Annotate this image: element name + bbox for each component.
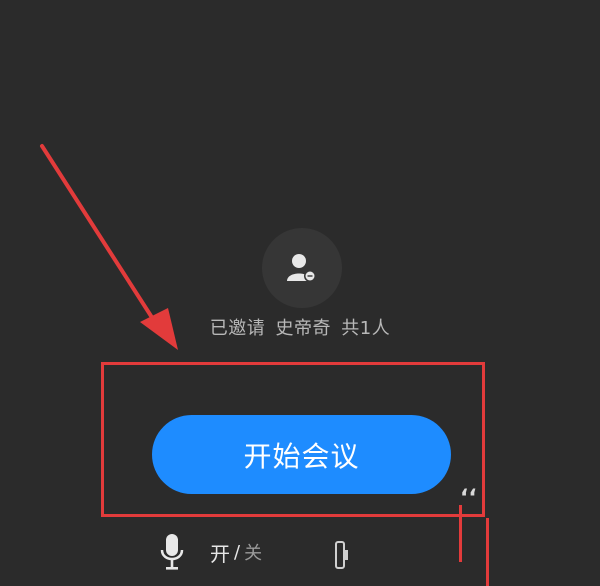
mic-toggle[interactable]: 开 / 关 xyxy=(158,532,262,572)
invite-status: 已邀请 史帝奇 共1人 xyxy=(0,314,600,340)
annotation-quote-marks: ‘‘ xyxy=(460,486,477,511)
microphone-icon xyxy=(160,534,184,570)
meeting-screen: 已邀请 史帝奇 共1人 开始会议 ‘‘ 开 / 关 xyxy=(0,0,600,586)
mic-on-label: 开 xyxy=(210,541,230,566)
invite-prefix: 已邀请 xyxy=(209,318,266,339)
annotation-line-left xyxy=(459,505,462,562)
add-user-icon xyxy=(287,254,316,282)
invitee-count: 共1人 xyxy=(341,318,391,339)
invite-user-button[interactable] xyxy=(262,228,342,308)
start-meeting-button[interactable]: 开始会议 xyxy=(152,415,451,494)
mic-separator: / xyxy=(234,541,241,563)
annotation-line-right xyxy=(486,518,489,586)
mic-off-label: 关 xyxy=(244,543,263,564)
invitee-name: 史帝奇 xyxy=(275,318,332,339)
camera-icon[interactable] xyxy=(332,538,352,572)
